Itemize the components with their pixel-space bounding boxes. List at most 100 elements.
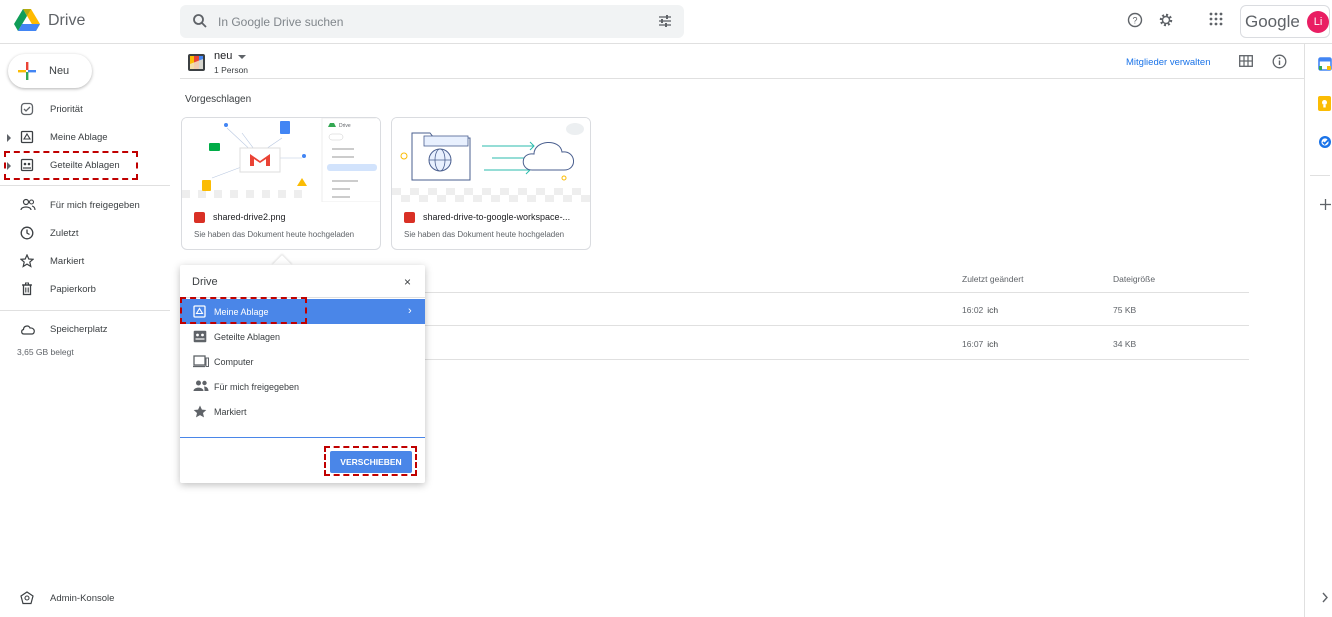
top-bar: Drive In Google Drive suchen ? Google Li [0,0,1332,44]
chevron-right-icon[interactable] [1321,592,1329,603]
add-addon-icon[interactable] [1320,199,1331,210]
shared-drives-icon [193,330,207,343]
sidebar-item-label: Priorität [50,104,83,115]
sidebar-item-recent[interactable]: Zuletzt [0,223,170,245]
highlight-move-button [324,446,417,476]
trash-icon [22,282,32,296]
file-name: shared-drive-to-google-workspace-... [423,212,571,222]
info-icon[interactable] [1272,54,1287,69]
sidebar-item-storage[interactable]: Speicherplatz [0,319,170,341]
chevron-right-icon[interactable]: › [408,305,412,317]
search-input[interactable]: In Google Drive suchen [218,15,343,29]
size-cell: 75 KB [1113,305,1137,315]
sidebar-item-priority[interactable]: Priorität [0,99,170,121]
file-thumbnail [392,118,590,202]
svg-text:Drive: Drive [339,123,351,129]
apps-grid-icon[interactable] [1209,12,1223,26]
divider [424,325,1249,326]
size-cell: 34 KB [1113,339,1137,349]
suggested-card[interactable]: Drive shared-drive2.png Sie haben das Do… [181,117,381,250]
file-activity: Sie haben das Dokument heute hochgeladen [404,230,565,239]
shared-with-me-icon [193,380,209,391]
highlight-my-drive [180,297,307,324]
manage-members-link[interactable]: Mitglieder verwalten [1126,57,1210,68]
dialog-item-label: Geteilte Ablagen [214,332,281,342]
my-drive-icon [20,130,34,144]
modified-time: 16:07 [962,339,984,349]
google-wordmark: Google [1245,12,1300,31]
calendar-icon[interactable] [1318,57,1332,71]
column-header-size[interactable]: Dateigröße [1113,274,1155,284]
divider [180,437,425,438]
keep-icon[interactable] [1318,96,1331,111]
sidebar-item-admin-console[interactable]: Admin-Konsole [0,588,170,610]
computer-icon [193,355,209,368]
suggested-title: Vorgeschlagen [185,94,252,105]
divider [0,185,170,186]
shared-drive-title[interactable]: neu [214,50,232,62]
highlight-shared-drives [4,151,138,180]
search-bar[interactable]: In Google Drive suchen [180,5,684,38]
side-panel [1304,44,1332,617]
modified-by: ich [987,339,999,349]
modified-cell: 16:02 ich [962,305,998,315]
admin-shield-icon [20,591,34,605]
suggested-card[interactable]: shared-drive-to-google-workspace-... Sie… [391,117,591,250]
dialog-title: Drive [192,276,218,288]
drive-logo[interactable]: Drive [14,9,85,32]
sidebar-item-label: Zuletzt [50,228,79,239]
new-button-label: Neu [49,65,70,77]
modified-by: ich [987,305,999,315]
column-header-modified[interactable]: Zuletzt geändert [962,274,1023,284]
settings-icon[interactable] [1158,12,1174,28]
clock-icon [20,226,34,240]
dialog-item-computer[interactable]: Computer [180,349,425,374]
dialog-item-starred[interactable]: Markiert [180,399,425,424]
storage-used-text: 3,65 GB belegt [17,347,74,357]
file-name: shared-drive2.png [213,212,286,222]
tasks-icon[interactable] [1318,135,1332,149]
priority-icon [20,102,34,116]
avatar[interactable]: Li [1307,11,1329,33]
modified-time: 16:02 [962,305,984,315]
dialog-item-label: Computer [214,357,254,367]
dialog-item-label: Für mich freigegeben [214,382,300,392]
dialog-item-shared-drives[interactable]: Geteilte Ablagen [180,324,425,349]
plus-icon [18,62,36,80]
modified-cell: 16:07 ich [962,339,998,349]
search-icon[interactable] [192,13,208,29]
image-file-icon [404,212,415,223]
grid-view-icon[interactable] [1239,55,1253,67]
sidebar-item-label: Meine Ablage [50,132,108,143]
dialog-item-label: Markiert [214,407,247,417]
help-icon[interactable]: ? [1127,12,1143,28]
sidebar-item-shared-with-me[interactable]: Für mich freigegeben [0,195,170,217]
chevron-down-icon[interactable] [238,55,246,59]
drive-logo-icon [14,9,40,31]
sidebar-item-label: Markiert [50,256,85,267]
star-icon [193,405,207,418]
sidebar-item-label: Admin-Konsole [50,593,115,604]
divider [424,292,1249,293]
app-name: Drive [48,11,86,29]
sidebar-item-label: Papierkorb [50,284,96,295]
divider [424,359,1249,360]
sidebar-item-label: Speicherplatz [50,324,108,335]
divider [0,310,170,311]
sidebar-item-trash[interactable]: Papierkorb [0,279,170,301]
shared-drive-color-icon [188,54,205,71]
sidebar-item-my-drive[interactable]: Meine Ablage [0,127,170,149]
new-button[interactable]: Neu [8,54,92,88]
shared-with-me-icon [20,198,36,211]
dialog-item-shared-with-me[interactable]: Für mich freigegeben [180,374,425,399]
svg-text:?: ? [1132,16,1137,26]
image-file-icon [194,212,205,223]
divider [1310,175,1330,176]
file-activity: Sie haben das Dokument heute hochgeladen [194,230,355,239]
star-icon [20,254,34,268]
search-options-icon[interactable] [658,14,672,28]
sidebar-item-starred[interactable]: Markiert [0,251,170,273]
divider [180,78,1304,79]
close-icon[interactable]: × [404,275,411,289]
expand-arrow-icon[interactable] [7,134,11,142]
